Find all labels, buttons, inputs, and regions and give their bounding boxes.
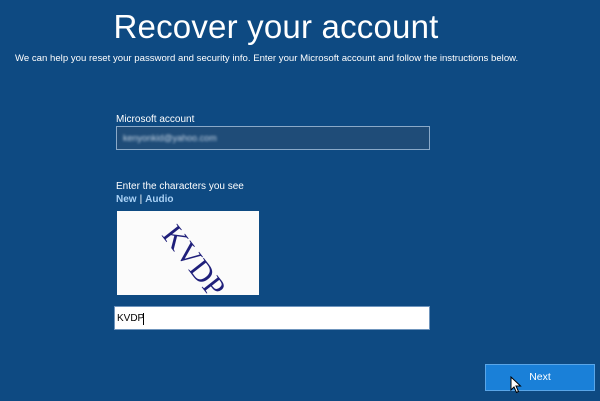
account-label: Microsoft account	[116, 114, 195, 125]
new-captcha-link[interactable]: New	[116, 194, 137, 205]
captcha-graphic: KVDP	[155, 219, 231, 295]
captcha-answer-input[interactable]	[115, 307, 429, 329]
captcha-text: KVDP	[155, 219, 231, 295]
audio-captcha-link[interactable]: Audio	[145, 194, 173, 205]
captcha-label: Enter the characters you see	[116, 181, 244, 192]
next-button[interactable]: Next	[485, 364, 595, 391]
mouse-pointer-icon	[510, 376, 522, 394]
captcha-image: KVDP	[117, 211, 259, 295]
account-field[interactable]: kenyonkid@yahoo.com	[116, 126, 430, 150]
link-separator: |	[139, 194, 143, 205]
page-subtitle: We can help you reset your password and …	[15, 53, 519, 64]
text-caret	[143, 313, 144, 325]
captcha-links: New | Audio	[116, 194, 174, 205]
page-title: Recover your account	[113, 8, 439, 45]
captcha-answer-field[interactable]	[114, 306, 430, 330]
account-value: kenyonkid@yahoo.com	[123, 133, 217, 143]
